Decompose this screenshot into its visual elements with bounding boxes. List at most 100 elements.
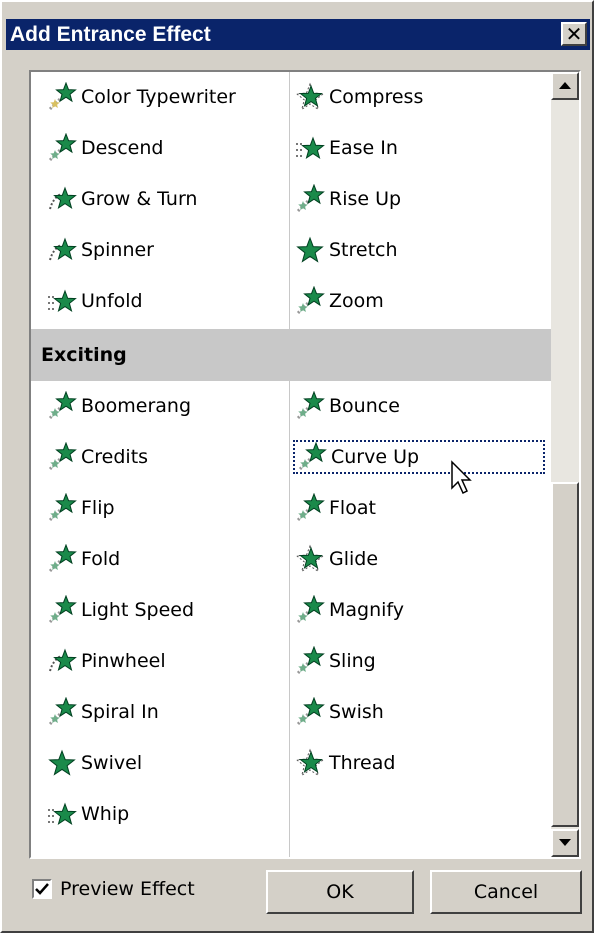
category-header-exciting: Exciting <box>31 329 551 381</box>
effect-label: Grow & Turn <box>81 188 198 210</box>
star-motion-icon <box>295 390 325 421</box>
vertical-scrollbar[interactable] <box>551 72 579 857</box>
star-ease-in-icon <box>47 286 77 316</box>
effect-item-compress[interactable]: Compress <box>293 80 545 114</box>
effect-label: Swish <box>329 701 384 723</box>
effect-item-boomerang[interactable]: Boomerang <box>45 389 281 423</box>
effect-item-rise-up[interactable]: Rise Up <box>293 182 545 216</box>
star-color-typewriter-icon <box>47 81 77 112</box>
effect-item-ease-in[interactable]: Ease In <box>293 131 545 165</box>
effect-label: Sling <box>329 650 376 672</box>
mouse-cursor-icon <box>451 460 472 495</box>
star-ease-in-icon <box>47 799 77 829</box>
preview-effect-label: Preview Effect <box>60 878 195 900</box>
star-compress-icon <box>295 748 325 778</box>
effect-label: Compress <box>329 86 424 108</box>
star-motion-icon <box>47 594 77 625</box>
effect-label: Bounce <box>329 395 400 417</box>
effect-label: Pinwheel <box>81 650 166 672</box>
ok-button[interactable]: OK <box>266 870 414 914</box>
effect-item-whip[interactable]: Whip <box>45 797 281 831</box>
effect-item-glide[interactable]: Glide <box>293 542 545 576</box>
scroll-up-button[interactable] <box>551 72 579 100</box>
effect-label: Credits <box>81 446 149 468</box>
title-bar[interactable]: Add Entrance Effect ✕ <box>6 19 590 50</box>
arrow-up-icon <box>559 82 571 89</box>
effect-label: Float <box>329 497 376 519</box>
effect-label: Boomerang <box>81 395 192 417</box>
effect-item-bounce[interactable]: Bounce <box>293 389 545 423</box>
star-compress-icon <box>295 82 325 112</box>
star-spin-icon <box>47 184 77 214</box>
effect-label: Light Speed <box>81 599 195 621</box>
star-motion-icon <box>47 696 77 727</box>
effect-label: Stretch <box>329 239 398 261</box>
effect-label: Color Typewriter <box>81 86 236 108</box>
arrow-down-icon <box>559 839 571 846</box>
scrollbar-thumb[interactable] <box>551 482 579 827</box>
effect-item-light-speed[interactable]: Light Speed <box>45 593 281 627</box>
list-row: Spinner Stretch <box>31 225 551 276</box>
star-solid-icon <box>47 748 77 778</box>
star-ease-in-icon <box>295 133 325 163</box>
effect-label: Zoom <box>329 290 384 312</box>
effect-label: Spiral In <box>81 701 159 723</box>
effect-label: Ease In <box>329 137 398 159</box>
effect-item-magnify[interactable]: Magnify <box>293 593 545 627</box>
list-row: Swivel Thread <box>31 738 551 789</box>
star-motion-icon <box>47 132 77 163</box>
preview-checkbox-box[interactable] <box>32 879 52 899</box>
effect-item-swish[interactable]: Swish <box>293 695 545 729</box>
star-motion-icon <box>47 441 77 472</box>
effect-item-pinwheel[interactable]: Pinwheel <box>45 644 281 678</box>
star-motion-icon <box>295 594 325 625</box>
effect-item-zoom[interactable]: Zoom <box>293 284 545 318</box>
close-button[interactable]: ✕ <box>561 22 587 46</box>
effect-label: Rise Up <box>329 188 402 210</box>
effect-item-sling[interactable]: Sling <box>293 644 545 678</box>
effect-item-unfold[interactable]: Unfold <box>45 284 281 318</box>
dialog-title: Add Entrance Effect <box>10 22 211 46</box>
ok-button-label: OK <box>326 881 354 903</box>
effect-item-thread[interactable]: Thread <box>293 746 545 780</box>
effect-item-stretch[interactable]: Stretch <box>293 233 545 267</box>
list-row: Boomerang Bounce <box>31 381 551 432</box>
star-motion-icon <box>295 696 325 727</box>
effect-label: Magnify <box>329 599 405 621</box>
effect-item-spinner[interactable]: Spinner <box>45 233 281 267</box>
effect-item-descend[interactable]: Descend <box>45 131 281 165</box>
star-solid-icon <box>295 235 325 265</box>
effect-label: Unfold <box>81 290 143 312</box>
effect-item-curve-up[interactable]: Curve Up <box>293 440 545 474</box>
close-icon: ✕ <box>565 22 583 46</box>
checkmark-icon <box>35 883 49 895</box>
list-row: Descend Ease In <box>31 123 551 174</box>
star-spin-icon <box>47 646 77 676</box>
star-spin-icon <box>47 235 77 265</box>
star-motion-icon <box>295 285 325 316</box>
effect-item-color-typewriter[interactable]: Color Typewriter <box>45 80 281 114</box>
cancel-button[interactable]: Cancel <box>430 870 582 914</box>
list-row: Color Typewriter Compress <box>31 72 551 123</box>
effect-item-flip[interactable]: Flip <box>45 491 281 525</box>
star-motion-icon <box>295 645 325 676</box>
star-motion-icon <box>47 390 77 421</box>
effect-item-grow-turn[interactable]: Grow & Turn <box>45 182 281 216</box>
dialog-window: Add Entrance Effect ✕ Exciting Color Typ… <box>0 0 594 933</box>
list-row: Pinwheel Sling <box>31 636 551 687</box>
star-motion-icon <box>295 492 325 523</box>
star-motion-icon <box>47 492 77 523</box>
cancel-button-label: Cancel <box>473 881 539 903</box>
effect-label: Whip <box>81 803 130 825</box>
effect-label: Thread <box>329 752 396 774</box>
scroll-down-button[interactable] <box>551 829 579 857</box>
list-row: Spiral In Swish <box>31 687 551 738</box>
effect-label: Spinner <box>81 239 154 261</box>
effect-item-fold[interactable]: Fold <box>45 542 281 576</box>
effect-item-swivel[interactable]: Swivel <box>45 746 281 780</box>
effect-item-float[interactable]: Float <box>293 491 545 525</box>
effect-item-spiral-in[interactable]: Spiral In <box>45 695 281 729</box>
effect-label: Descend <box>81 137 164 159</box>
preview-effect-checkbox[interactable]: Preview Effect <box>32 878 195 900</box>
effect-item-credits[interactable]: Credits <box>45 440 281 474</box>
